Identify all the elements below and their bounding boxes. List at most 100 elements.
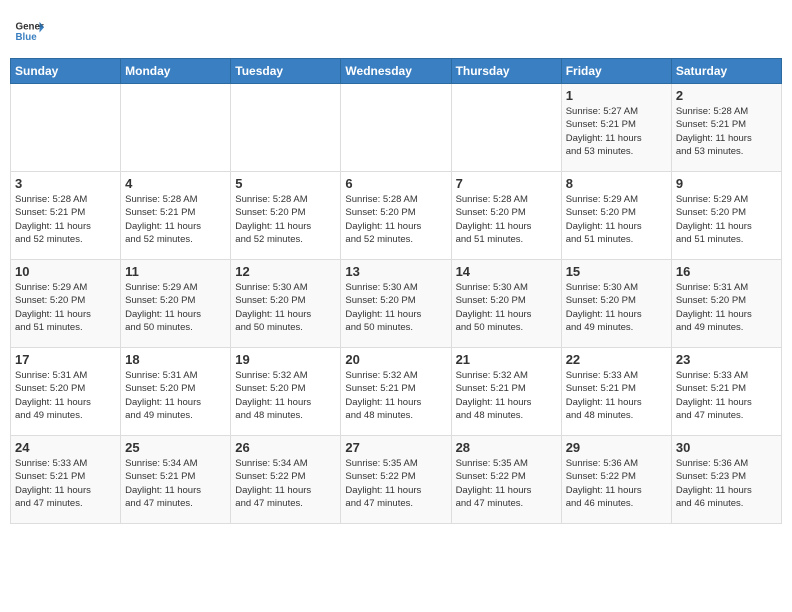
day-info: Sunrise: 5:30 AM Sunset: 5:20 PM Dayligh… — [235, 281, 336, 334]
calendar-cell: 17 Sunrise: 5:31 AM Sunset: 5:20 PM Dayli… — [11, 348, 121, 436]
calendar-cell — [11, 84, 121, 172]
day-number: 3 — [15, 176, 116, 191]
day-info: Sunrise: 5:33 AM Sunset: 5:21 PM Dayligh… — [566, 369, 667, 422]
calendar-cell: 23Sunrise: 5:33 AM Sunset: 5:21 PM Dayli… — [671, 348, 781, 436]
day-number: 15 — [566, 264, 667, 279]
day-number: 12 — [235, 264, 336, 279]
day-of-week-header: Monday — [121, 59, 231, 84]
day-info: Sunrise: 5:34 AM Sunset: 5:22 PM Dayligh… — [235, 457, 336, 510]
calendar-table: SundayMondayTuesdayWednesdayThursdayFrid… — [10, 58, 782, 524]
calendar-cell: 15 Sunrise: 5:30 AM Sunset: 5:20 PM Dayli… — [561, 260, 671, 348]
day-number: 10 — [15, 264, 116, 279]
day-info: Sunrise: 5:35 AM Sunset: 5:22 PM Dayligh… — [456, 457, 557, 510]
day-info: Sunrise: 5:27 AM Sunset: 5:21 PM Dayligh… — [566, 105, 667, 158]
day-number: 1 — [566, 88, 667, 103]
calendar-cell: 25 Sunrise: 5:34 AM Sunset: 5:21 PM Dayli… — [121, 436, 231, 524]
calendar-cell — [121, 84, 231, 172]
calendar-cell: 20 Sunrise: 5:32 AM Sunset: 5:21 PM Dayli… — [341, 348, 451, 436]
day-of-week-header: Thursday — [451, 59, 561, 84]
calendar-cell: 8 Sunrise: 5:29 AM Sunset: 5:20 PM Daylig… — [561, 172, 671, 260]
calendar-cell: 11 Sunrise: 5:29 AM Sunset: 5:20 PM Dayli… — [121, 260, 231, 348]
day-number: 28 — [456, 440, 557, 455]
calendar-cell: 1 Sunrise: 5:27 AM Sunset: 5:21 PM Daylig… — [561, 84, 671, 172]
day-number: 6 — [345, 176, 446, 191]
calendar-week-row: 3 Sunrise: 5:28 AM Sunset: 5:21 PM Daylig… — [11, 172, 782, 260]
day-number: 8 — [566, 176, 667, 191]
calendar-cell: 18Sunrise: 5:31 AM Sunset: 5:20 PM Dayli… — [121, 348, 231, 436]
day-info: Sunrise: 5:34 AM Sunset: 5:21 PM Dayligh… — [125, 457, 226, 510]
day-of-week-header: Friday — [561, 59, 671, 84]
day-info: Sunrise: 5:31 AM Sunset: 5:20 PM Dayligh… — [676, 281, 777, 334]
day-of-week-header: Wednesday — [341, 59, 451, 84]
day-number: 27 — [345, 440, 446, 455]
day-info: Sunrise: 5:28 AM Sunset: 5:21 PM Dayligh… — [15, 193, 116, 246]
day-info: Sunrise: 5:31 AM Sunset: 5:20 PM Dayligh… — [15, 369, 116, 422]
day-number: 2 — [676, 88, 777, 103]
calendar-cell: 22 Sunrise: 5:33 AM Sunset: 5:21 PM Dayli… — [561, 348, 671, 436]
day-number: 23 — [676, 352, 777, 367]
svg-text:Blue: Blue — [16, 32, 38, 43]
calendar-cell: 27 Sunrise: 5:35 AM Sunset: 5:22 PM Dayli… — [341, 436, 451, 524]
day-number: 29 — [566, 440, 667, 455]
day-number: 7 — [456, 176, 557, 191]
day-info: Sunrise: 5:29 AM Sunset: 5:20 PM Dayligh… — [676, 193, 777, 246]
day-number: 4 — [125, 176, 226, 191]
day-info: Sunrise: 5:32 AM Sunset: 5:21 PM Dayligh… — [345, 369, 446, 422]
day-number: 13 — [345, 264, 446, 279]
day-info: Sunrise: 5:28 AM Sunset: 5:21 PM Dayligh… — [125, 193, 226, 246]
day-info: Sunrise: 5:30 AM Sunset: 5:20 PM Dayligh… — [345, 281, 446, 334]
day-info: Sunrise: 5:29 AM Sunset: 5:20 PM Dayligh… — [15, 281, 116, 334]
day-info: Sunrise: 5:35 AM Sunset: 5:22 PM Dayligh… — [345, 457, 446, 510]
calendar-cell: 12 Sunrise: 5:30 AM Sunset: 5:20 PM Dayli… — [231, 260, 341, 348]
calendar-cell: 26Sunrise: 5:34 AM Sunset: 5:22 PM Dayli… — [231, 436, 341, 524]
calendar-cell — [341, 84, 451, 172]
calendar-cell: 3 Sunrise: 5:28 AM Sunset: 5:21 PM Daylig… — [11, 172, 121, 260]
calendar-cell: 30Sunrise: 5:36 AM Sunset: 5:23 PM Dayli… — [671, 436, 781, 524]
day-info: Sunrise: 5:31 AM Sunset: 5:20 PM Dayligh… — [125, 369, 226, 422]
calendar-cell — [451, 84, 561, 172]
day-number: 16 — [676, 264, 777, 279]
day-number: 22 — [566, 352, 667, 367]
calendar-cell: 10 Sunrise: 5:29 AM Sunset: 5:20 PM Dayli… — [11, 260, 121, 348]
day-info: Sunrise: 5:32 AM Sunset: 5:20 PM Dayligh… — [235, 369, 336, 422]
logo: General Blue — [14, 16, 46, 46]
calendar-cell: 5 Sunrise: 5:28 AM Sunset: 5:20 PM Daylig… — [231, 172, 341, 260]
day-info: Sunrise: 5:29 AM Sunset: 5:20 PM Dayligh… — [125, 281, 226, 334]
day-number: 17 — [15, 352, 116, 367]
day-of-week-header: Tuesday — [231, 59, 341, 84]
calendar-cell: 19 Sunrise: 5:32 AM Sunset: 5:20 PM Dayli… — [231, 348, 341, 436]
day-info: Sunrise: 5:30 AM Sunset: 5:20 PM Dayligh… — [456, 281, 557, 334]
day-number: 25 — [125, 440, 226, 455]
logo-icon: General Blue — [14, 16, 44, 46]
day-number: 20 — [345, 352, 446, 367]
day-info: Sunrise: 5:32 AM Sunset: 5:21 PM Dayligh… — [456, 369, 557, 422]
calendar-week-row: 17 Sunrise: 5:31 AM Sunset: 5:20 PM Dayli… — [11, 348, 782, 436]
calendar-cell: 14 Sunrise: 5:30 AM Sunset: 5:20 PM Dayli… — [451, 260, 561, 348]
calendar-week-row: 24 Sunrise: 5:33 AM Sunset: 5:21 PM Dayli… — [11, 436, 782, 524]
day-number: 24 — [15, 440, 116, 455]
calendar-body: 1 Sunrise: 5:27 AM Sunset: 5:21 PM Daylig… — [11, 84, 782, 524]
day-info: Sunrise: 5:28 AM Sunset: 5:20 PM Dayligh… — [235, 193, 336, 246]
day-number: 5 — [235, 176, 336, 191]
day-info: Sunrise: 5:33 AM Sunset: 5:21 PM Dayligh… — [15, 457, 116, 510]
day-number: 11 — [125, 264, 226, 279]
page-header: General Blue — [10, 10, 782, 52]
day-number: 19 — [235, 352, 336, 367]
day-info: Sunrise: 5:29 AM Sunset: 5:20 PM Dayligh… — [566, 193, 667, 246]
day-info: Sunrise: 5:28 AM Sunset: 5:20 PM Dayligh… — [345, 193, 446, 246]
calendar-cell: 28 Sunrise: 5:35 AM Sunset: 5:22 PM Dayli… — [451, 436, 561, 524]
day-of-week-header: Saturday — [671, 59, 781, 84]
calendar-cell: 24 Sunrise: 5:33 AM Sunset: 5:21 PM Dayli… — [11, 436, 121, 524]
day-info: Sunrise: 5:28 AM Sunset: 5:20 PM Dayligh… — [456, 193, 557, 246]
day-number: 30 — [676, 440, 777, 455]
day-number: 21 — [456, 352, 557, 367]
day-of-week-header: Sunday — [11, 59, 121, 84]
calendar-cell: 16 Sunrise: 5:31 AM Sunset: 5:20 PM Dayli… — [671, 260, 781, 348]
day-info: Sunrise: 5:30 AM Sunset: 5:20 PM Dayligh… — [566, 281, 667, 334]
day-info: Sunrise: 5:28 AM Sunset: 5:21 PM Dayligh… — [676, 105, 777, 158]
calendar-cell: 9Sunrise: 5:29 AM Sunset: 5:20 PM Daylig… — [671, 172, 781, 260]
calendar-header: SundayMondayTuesdayWednesdayThursdayFrid… — [11, 59, 782, 84]
calendar-cell: 29Sunrise: 5:36 AM Sunset: 5:22 PM Dayli… — [561, 436, 671, 524]
calendar-cell: 21 Sunrise: 5:32 AM Sunset: 5:21 PM Dayli… — [451, 348, 561, 436]
day-number: 14 — [456, 264, 557, 279]
